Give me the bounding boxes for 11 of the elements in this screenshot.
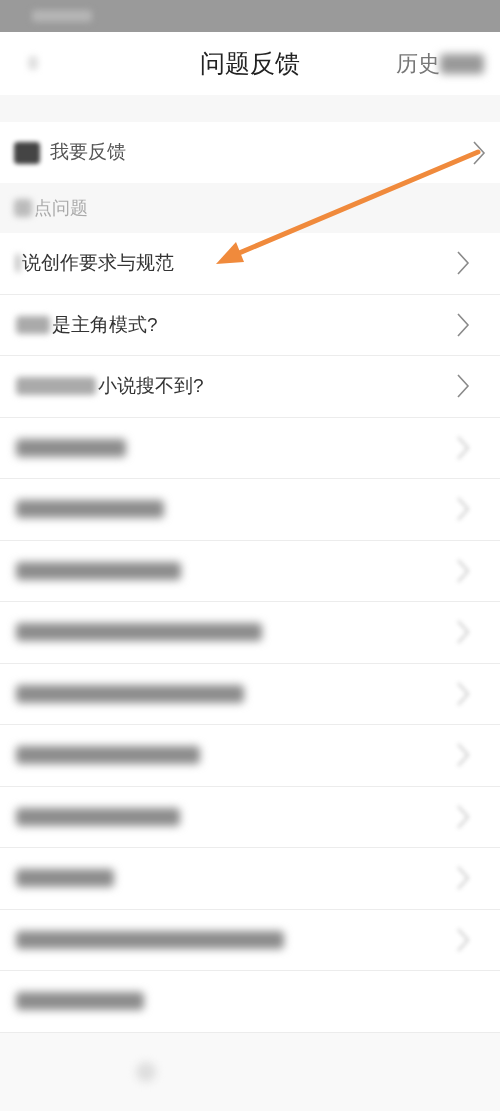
history-feedback-link[interactable]: 历史 [396,47,440,80]
section-title: 点问题 [34,196,88,220]
feedback-row[interactable]: 我要反馈 [0,122,500,183]
chevron-right-icon [472,139,486,166]
blurred-status-icons [32,10,92,22]
page-title: 问题反馈 [200,47,300,79]
question-text: 小说搜不到? [98,374,204,398]
question-text: 是主角模式? [52,312,158,337]
question-text: 说创作要求与规范 [22,251,174,275]
feedback-label: 我要反馈 [50,140,127,165]
feedback-icon [14,141,40,164]
